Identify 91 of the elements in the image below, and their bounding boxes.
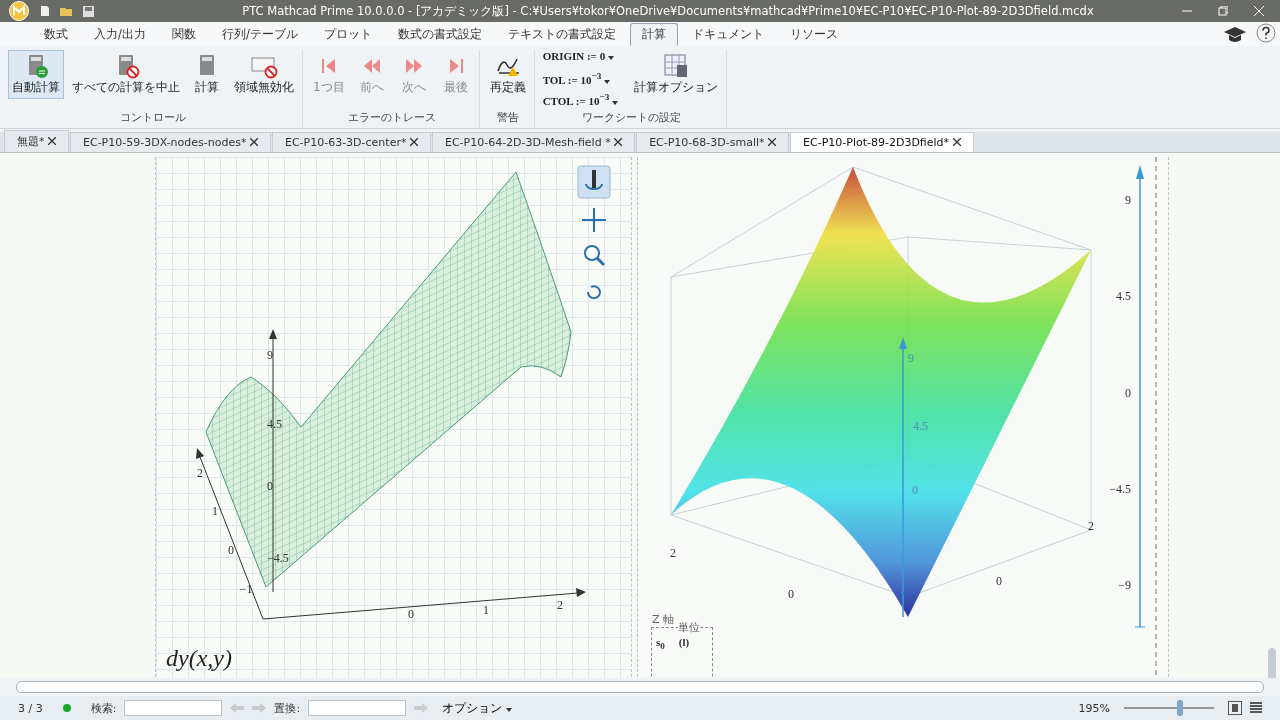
setting-dropdown[interactable]: ORIGIN := 0 bbox=[540, 50, 620, 62]
group-label: エラーのトレース bbox=[346, 110, 437, 126]
legend-unit: (l) bbox=[678, 636, 690, 650]
horizontal-scrollbar[interactable] bbox=[16, 681, 1264, 693]
ribbon-tab[interactable]: 計算 bbox=[629, 23, 678, 46]
zoom-tool-icon[interactable] bbox=[584, 245, 606, 267]
page-view-icon[interactable] bbox=[1228, 701, 1242, 715]
tick-label: 1 bbox=[212, 504, 218, 518]
tick-label: 0 bbox=[996, 574, 1002, 588]
setting-dropdown[interactable]: TOL := 10$^{−3}$ bbox=[540, 71, 620, 86]
close-icon[interactable] bbox=[409, 138, 418, 146]
legend-title: Z 軸 bbox=[652, 612, 675, 627]
page-count: 3 / 3 bbox=[18, 701, 43, 715]
document-tab[interactable]: 無題* bbox=[4, 130, 69, 152]
caret-icon bbox=[604, 79, 611, 84]
ribbon-button[interactable]: 計算 bbox=[188, 50, 226, 99]
ribbon-tab[interactable]: 入力/出力 bbox=[82, 23, 158, 46]
status-dot-icon bbox=[62, 704, 71, 712]
tick-label: 4.5 bbox=[1116, 289, 1131, 303]
caret-icon bbox=[505, 707, 512, 712]
legend-name: s$_{0}$ bbox=[656, 636, 665, 652]
restore-icon[interactable] bbox=[1218, 6, 1228, 16]
rotate-tool-icon[interactable] bbox=[577, 165, 611, 199]
ribbon-tab[interactable]: 数式の書式設定 bbox=[385, 23, 494, 46]
ribbon-button[interactable]: 再定義 bbox=[485, 50, 530, 99]
ribbon-tab[interactable]: プロット bbox=[311, 23, 384, 46]
tick-label: 9 bbox=[1125, 193, 1131, 207]
tick-label: 0 bbox=[788, 587, 794, 601]
tick-label: 4.5 bbox=[267, 417, 282, 431]
close-icon[interactable] bbox=[48, 137, 56, 145]
tick-label: 0 bbox=[912, 483, 918, 497]
new-file-icon[interactable] bbox=[40, 5, 50, 17]
move-tool-icon[interactable] bbox=[581, 207, 607, 233]
ribbon-button[interactable]: 自動計算 bbox=[8, 50, 64, 99]
graduation-cap-icon[interactable] bbox=[1224, 27, 1246, 43]
group-label: ワークシートの設定 bbox=[580, 110, 682, 126]
group-label: 警告 bbox=[495, 110, 520, 126]
reset-view-icon[interactable] bbox=[587, 285, 601, 300]
document-tab[interactable]: EC-P10-Plot-89-2D3Dfield* bbox=[790, 132, 974, 152]
tick-label: −4.5 bbox=[267, 551, 289, 565]
tick-label: −4.5 bbox=[1109, 482, 1131, 496]
ribbon-tab[interactable]: 関数 bbox=[159, 23, 208, 46]
draft-view-icon[interactable] bbox=[1250, 702, 1262, 714]
close-icon[interactable] bbox=[249, 138, 258, 146]
window-title: PTC Mathcad Prime 10.0.0.0 - [アカデミック版] - C:¥Users¥tokor¥OneDrive¥Documents¥mathcad¥Prime10¥EC-P10¥EC-P10-Plot-89-2D3Dfield.mcdx bbox=[241, 3, 1095, 19]
save-icon[interactable] bbox=[83, 5, 94, 17]
group-label: コントロール bbox=[119, 110, 187, 126]
document-tab[interactable]: EC-P10-64-2D-3D-Mesh-field * bbox=[431, 132, 636, 152]
tick-label: 2 bbox=[670, 546, 676, 560]
ribbon-tab[interactable]: テキストの書式設定 bbox=[495, 23, 628, 46]
ribbon-button[interactable]: すべての計算を中止 bbox=[68, 50, 184, 99]
replace-label: 置換: bbox=[274, 700, 301, 716]
ribbon-button[interactable]: 領域無効化 bbox=[230, 50, 298, 99]
tick-label: 2 bbox=[197, 466, 203, 480]
setting-dropdown[interactable]: CTOL := 10$^{−3}$ bbox=[540, 92, 620, 107]
ribbon-button[interactable]: 計算オプション bbox=[630, 50, 722, 99]
document-tab[interactable]: EC-P10-63-3D-center* bbox=[271, 132, 431, 152]
ribbon-tab[interactable]: ドキュメント bbox=[679, 23, 776, 46]
tick-label: 0 bbox=[408, 607, 414, 621]
app-logo-icon[interactable] bbox=[8, 1, 30, 21]
folder-icon[interactable] bbox=[60, 5, 73, 17]
ribbon-tab[interactable]: 数式 bbox=[32, 23, 80, 46]
tick-label: 1 bbox=[483, 603, 489, 617]
tick-label: 0 bbox=[228, 543, 234, 557]
tick-label: −9 bbox=[1118, 578, 1131, 592]
options-dropdown[interactable]: オプション bbox=[436, 698, 518, 718]
document-tab[interactable]: EC-P10-59-3DX-nodes-nodes* bbox=[70, 132, 271, 152]
document-tab[interactable]: EC-P10-68-3D-small* bbox=[636, 132, 790, 152]
ribbon-tab[interactable]: リソース bbox=[777, 23, 850, 46]
legend-header: 単位 bbox=[678, 620, 700, 635]
tick-label: 2 bbox=[557, 598, 563, 612]
help-icon[interactable] bbox=[1256, 23, 1276, 43]
close-icon[interactable] bbox=[614, 138, 623, 146]
tick-label: 2 bbox=[1088, 519, 1094, 533]
tick-label: 9 bbox=[267, 348, 273, 362]
vertical-scrollbar[interactable] bbox=[1268, 648, 1276, 678]
zoom-percent: 195% bbox=[1078, 701, 1110, 715]
tick-label: −1 bbox=[239, 582, 253, 596]
search-label: 検索: bbox=[90, 700, 117, 716]
search-field[interactable] bbox=[124, 700, 223, 716]
tick-label: 9 bbox=[908, 351, 914, 365]
close-icon[interactable] bbox=[768, 138, 777, 146]
close-icon[interactable] bbox=[952, 138, 961, 146]
tick-label: 4.5 bbox=[913, 419, 928, 433]
caret-icon bbox=[612, 100, 618, 105]
ribbon-tab[interactable]: 行列/テーブル bbox=[209, 23, 310, 46]
tick-label: 0 bbox=[267, 479, 273, 493]
caret-icon bbox=[607, 56, 614, 60]
replace-field[interactable] bbox=[308, 700, 407, 716]
tick-label: 0 bbox=[1125, 386, 1131, 400]
math-expression: dy(x,y) bbox=[166, 645, 232, 672]
